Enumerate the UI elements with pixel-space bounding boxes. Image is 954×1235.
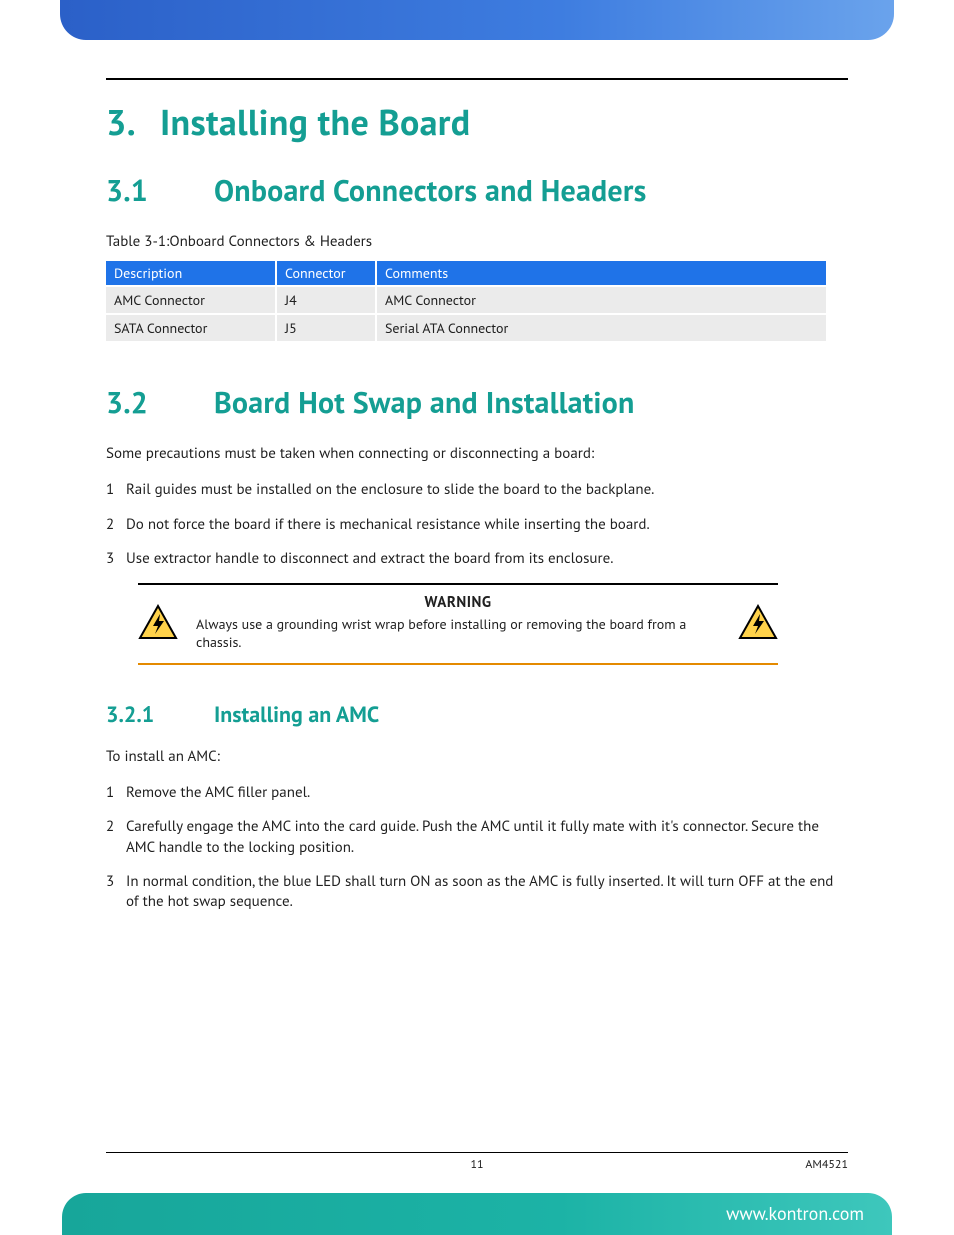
cell: AMC Connector — [376, 286, 826, 314]
cell: J4 — [276, 286, 376, 314]
subsection-number: 3.2.1 — [106, 701, 214, 729]
page-content: 3.Installing the Board 3.1Onboard Connec… — [106, 78, 848, 926]
header-decor-bar — [60, 0, 894, 40]
step-text: Carefully engage the AMC into the card g… — [126, 817, 848, 858]
section-3-1-heading: 3.1Onboard Connectors and Headers — [106, 171, 848, 210]
step-text: Rail guides must be installed on the enc… — [126, 480, 848, 500]
cell: SATA Connector — [106, 314, 276, 341]
list-item: 1Rail guides must be installed on the en… — [106, 480, 848, 500]
warning-title: WARNING — [196, 593, 720, 613]
connectors-table: Description Connector Comments AMC Conne… — [106, 261, 826, 341]
col-description: Description — [106, 261, 276, 286]
col-comments: Comments — [376, 261, 826, 286]
step-number: 2 — [106, 817, 126, 858]
list-item: 3In normal condition, the blue LED shall… — [106, 872, 848, 913]
cell: Serial ATA Connector — [376, 314, 826, 341]
list-item: 2Do not force the board if there is mech… — [106, 515, 848, 535]
subsection-3-2-1-heading: 3.2.1Installing an AMC — [106, 701, 848, 729]
list-item: 3Use extractor handle to disconnect and … — [106, 549, 848, 569]
step-number: 3 — [106, 872, 126, 913]
section-title: Board Hot Swap and Installation — [214, 383, 635, 422]
page-number: 11 — [470, 1157, 483, 1172]
table-header-row: Description Connector Comments — [106, 261, 826, 286]
subsection-title: Installing an AMC — [214, 701, 379, 729]
list-item: 1Remove the AMC filler panel. — [106, 783, 848, 803]
chapter-number: 3. — [106, 98, 160, 145]
section-3-2-heading: 3.2Board Hot Swap and Installation — [106, 383, 848, 422]
warning-body: Always use a grounding wrist wrap before… — [196, 615, 720, 651]
footer-url: www.kontron.com — [726, 1202, 864, 1225]
section-title: Onboard Connectors and Headers — [214, 171, 646, 210]
page-footer: 11 AM4521 — [106, 1152, 848, 1172]
cell: J5 — [276, 314, 376, 341]
step-text: Do not force the board if there is mecha… — [126, 515, 848, 535]
install-amc-steps: 1Remove the AMC filler panel. 2Carefully… — [106, 783, 848, 912]
section-number: 3.2 — [106, 383, 214, 422]
warning-text: WARNING Always use a grounding wrist wra… — [196, 593, 720, 651]
list-item: 2Carefully engage the AMC into the card … — [106, 817, 848, 858]
warning-box: WARNING Always use a grounding wrist wra… — [138, 583, 778, 665]
col-connector: Connector — [276, 261, 376, 286]
step-number: 2 — [106, 515, 126, 535]
step-text: Use extractor handle to disconnect and e… — [126, 549, 848, 569]
top-rule — [106, 78, 848, 80]
footer-decor-bar: www.kontron.com — [62, 1193, 892, 1235]
table-caption: Table 3-1:Onboard Connectors & Headers — [106, 232, 848, 251]
step-number: 1 — [106, 480, 126, 500]
doc-id: AM4521 — [805, 1157, 848, 1172]
step-number: 1 — [106, 783, 126, 803]
esd-warning-icon — [738, 604, 778, 640]
section-number: 3.1 — [106, 171, 214, 210]
step-text: In normal condition, the blue LED shall … — [126, 872, 848, 913]
step-text: Remove the AMC filler panel. — [126, 783, 848, 803]
esd-warning-icon — [138, 604, 178, 640]
step-number: 3 — [106, 549, 126, 569]
table-row: AMC Connector J4 AMC Connector — [106, 286, 826, 314]
chapter-heading: 3.Installing the Board — [106, 98, 848, 145]
hotswap-intro: Some precautions must be taken when conn… — [106, 444, 848, 464]
cell: AMC Connector — [106, 286, 276, 314]
hotswap-steps: 1Rail guides must be installed on the en… — [106, 480, 848, 569]
table-row: SATA Connector J5 Serial ATA Connector — [106, 314, 826, 341]
chapter-title: Installing the Board — [160, 98, 470, 145]
install-amc-intro: To install an AMC: — [106, 747, 848, 767]
